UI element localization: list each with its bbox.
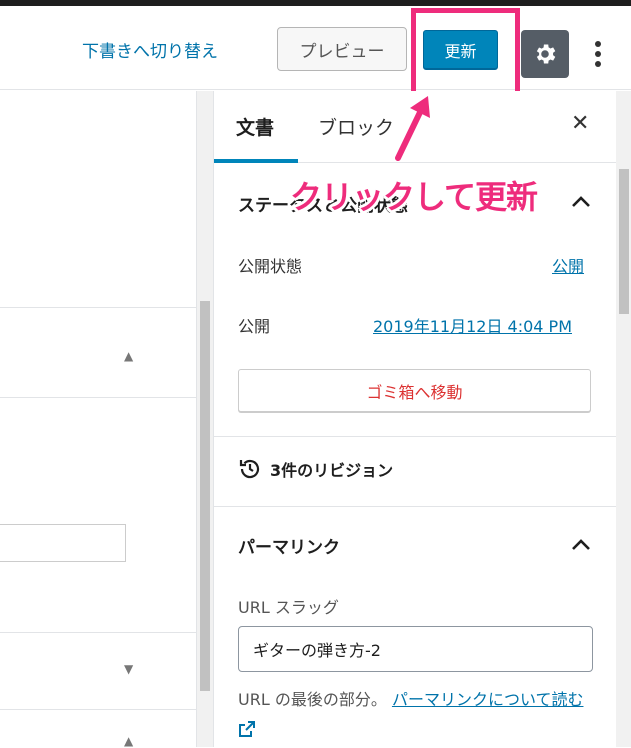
settings-button[interactable] [521,30,569,78]
permalink-help-text: URL の最後の部分。 [238,690,387,709]
annotation-arrow-icon [395,96,430,161]
panel-divider [0,307,196,308]
caret-up-icon[interactable]: ▲ [124,734,133,748]
visibility-label: 公開状態 [238,257,303,276]
active-tab-indicator [214,159,298,163]
section-divider [214,506,616,507]
gear-icon [536,44,556,64]
permalink-section-title[interactable]: パーマリンク [238,533,340,558]
revisions-label: 3件のリビジョン [270,461,394,480]
switch-to-draft-link[interactable]: 下書きへ切り替え [82,37,218,62]
meta-input-field[interactable] [0,524,126,562]
publish-label: 公開 [238,317,271,336]
panel-divider [0,397,196,398]
caret-up-icon[interactable]: ▲ [124,349,133,363]
sidebar-scrollbar[interactable] [616,91,631,747]
section-divider [214,436,616,437]
panel-divider [0,709,196,710]
tab-document[interactable]: 文書 [236,113,274,140]
panel-divider [0,632,196,633]
more-options-button[interactable] [585,32,611,76]
url-slug-input[interactable] [238,626,593,672]
click-to-update-annotation: クリックして更新 [290,178,538,216]
permalink-help-link[interactable]: パーマリンクについて読む [392,690,584,709]
preview-button[interactable]: プレビュー [277,27,407,71]
visibility-link[interactable]: 公開 [552,253,584,277]
revisions-link[interactable]: 3件のリビジョン [238,457,393,481]
move-to-trash-button[interactable]: ゴミ箱へ移動 [238,369,591,412]
permalink-help: URL の最後の部分。 パーマリンクについて読む [238,686,598,742]
publish-date-link[interactable]: 2019年11月12日 4:04 PM [373,313,572,337]
vertical-dots-icon [595,41,601,67]
editor-header: 下書きへ切り替え プレビュー 更新 [0,6,631,90]
caret-down-icon[interactable]: ▼ [124,662,133,676]
external-link-icon[interactable] [238,720,256,738]
url-slug-label: URL スラッグ [238,598,339,617]
editor-scrollbar[interactable] [196,91,213,747]
chevron-up-icon[interactable] [571,195,591,209]
editor-canvas[interactable]: ▲ ▼ ▲ [0,91,196,748]
chevron-up-icon[interactable] [571,538,591,552]
highlight-annotation-box [411,8,520,96]
history-icon [239,459,260,479]
close-icon[interactable]: ✕ [571,111,589,136]
